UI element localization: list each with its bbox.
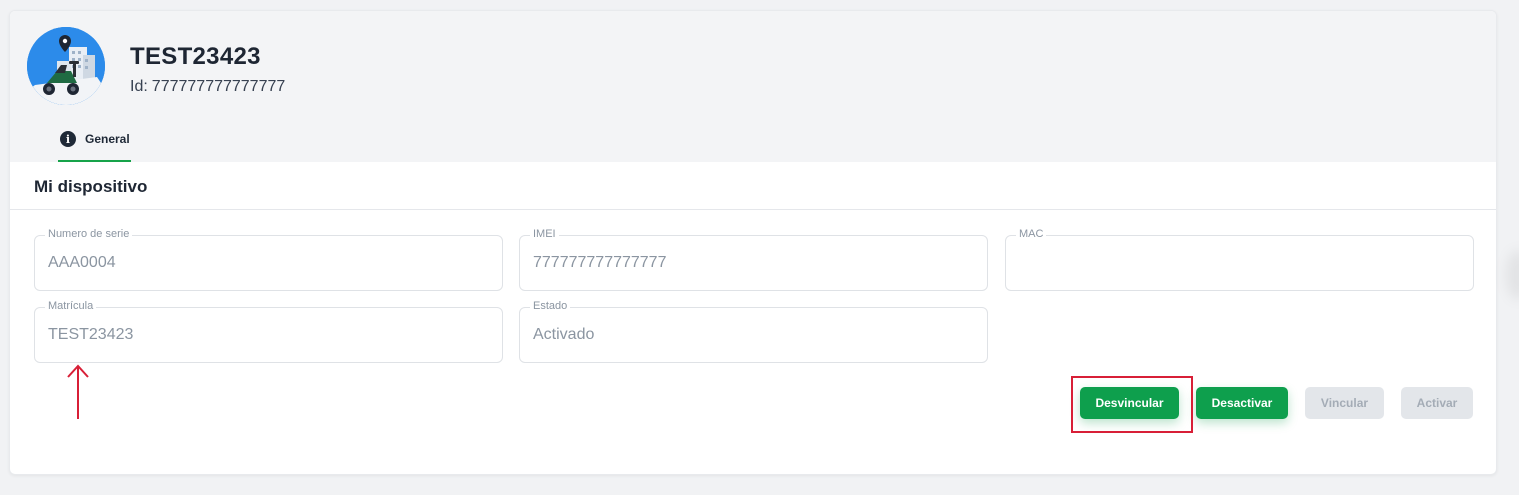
serial-number-label: Numero de serie: [45, 228, 133, 240]
device-card: TEST23423 Id: 777777777777777 i General M…: [9, 10, 1497, 475]
device-id: Id: 777777777777777: [130, 78, 285, 96]
serial-number-field[interactable]: Numero de serie AAA0004: [34, 228, 503, 291]
page-edge-shadow: [1506, 250, 1519, 300]
device-avatar: [27, 27, 105, 105]
card-header: TEST23423 Id: 777777777777777 i General: [10, 11, 1496, 162]
status-field[interactable]: Estado Activado: [519, 300, 988, 363]
status-value: Activado: [533, 326, 595, 343]
imei-value: 777777777777777: [533, 254, 667, 271]
imei-field[interactable]: IMEI 777777777777777: [519, 228, 988, 291]
plate-value: TEST23423: [48, 326, 134, 343]
device-name: TEST23423: [130, 43, 261, 70]
plate-label: Matrícula: [45, 300, 97, 312]
mac-label: MAC: [1016, 228, 1047, 240]
activate-button[interactable]: Activar: [1401, 387, 1473, 419]
plate-field[interactable]: Matrícula TEST23423: [34, 300, 503, 363]
imei-label: IMEI: [530, 228, 559, 240]
section-title: Mi dispositivo: [34, 177, 148, 196]
tab-general-label: General: [85, 132, 130, 146]
serial-number-value: AAA0004: [48, 254, 116, 271]
mac-field[interactable]: MAC: [1005, 228, 1474, 291]
deactivate-button[interactable]: Desactivar: [1196, 387, 1288, 419]
up-arrow-annotation-icon: [67, 364, 89, 419]
highlight-annotation-box: [1071, 376, 1193, 433]
info-icon: i: [60, 131, 76, 147]
section-divider: [10, 209, 1496, 210]
tab-general[interactable]: i General: [58, 128, 131, 162]
device-id-label: Id:: [130, 78, 148, 95]
scooter-city-illustration: [27, 27, 105, 105]
device-id-value: 777777777777777: [151, 78, 286, 95]
link-button[interactable]: Vincular: [1305, 387, 1384, 419]
status-label: Estado: [530, 300, 571, 312]
